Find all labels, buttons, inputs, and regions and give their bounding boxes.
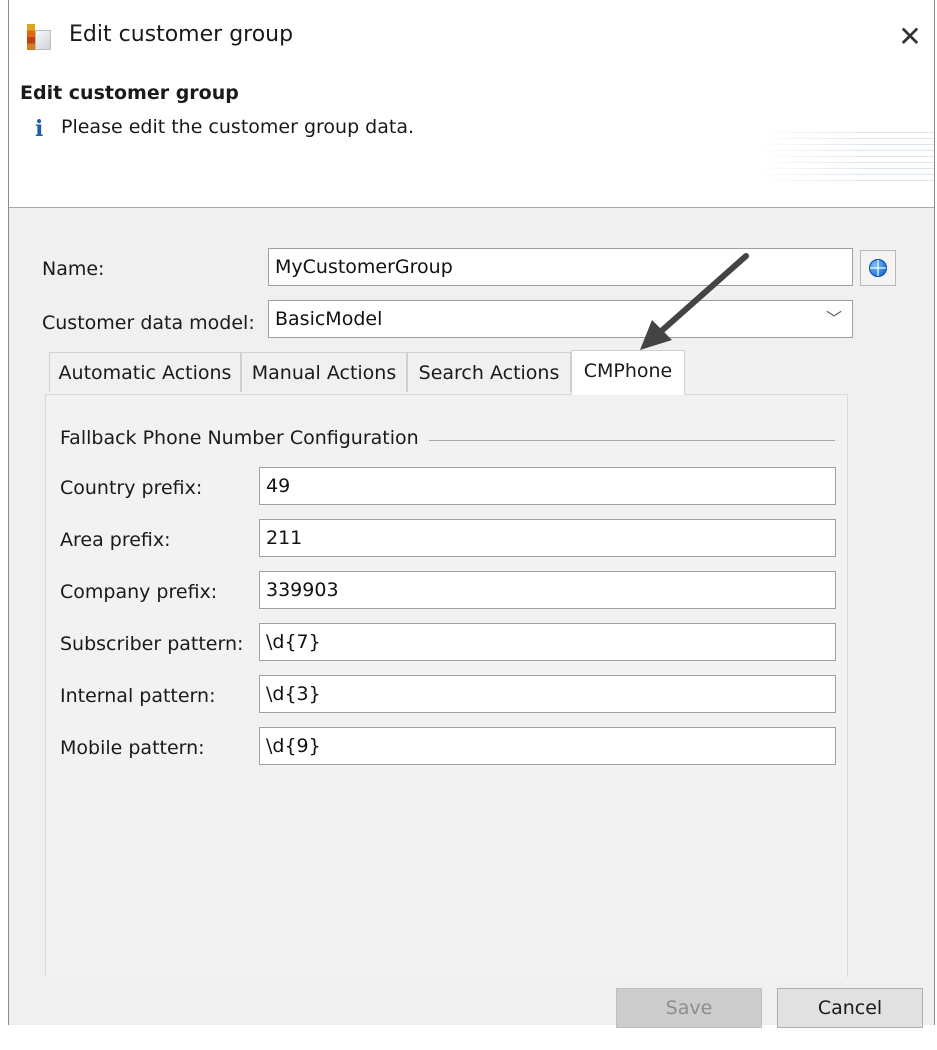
- dialog-content: Name: MyCustomerGroup Customer data mode…: [9, 208, 934, 1028]
- tab-manual-actions[interactable]: Manual Actions: [241, 352, 407, 392]
- close-icon[interactable]: ✕: [886, 14, 934, 60]
- subscriber-pattern-label: Subscriber pattern:: [60, 633, 244, 655]
- banner-decoration: [754, 132, 934, 186]
- data-model-value: BasicModel: [275, 308, 383, 330]
- window-title: Edit customer group: [69, 22, 294, 47]
- title-bar: Edit customer group ✕: [9, 0, 934, 80]
- fallback-group-title: Fallback Phone Number Configuration: [60, 427, 429, 449]
- banner-heading: Edit customer group: [20, 82, 239, 104]
- company-prefix-label: Company prefix:: [60, 581, 218, 603]
- tab-cmphone[interactable]: CMPhone: [571, 350, 685, 395]
- area-prefix-label: Area prefix:: [60, 529, 171, 551]
- save-button[interactable]: Save: [616, 988, 762, 1028]
- banner-message: Please edit the customer group data.: [61, 116, 415, 138]
- cancel-button[interactable]: Cancel: [777, 988, 923, 1028]
- subscriber-pattern-input[interactable]: \d{7}: [259, 623, 836, 661]
- edit-customer-group-dialog: Edit customer group ✕ Edit customer grou…: [8, 0, 935, 1028]
- translate-button[interactable]: [860, 250, 896, 286]
- country-prefix-label: Country prefix:: [60, 477, 203, 499]
- name-label: Name:: [42, 258, 105, 280]
- internal-pattern-label: Internal pattern:: [60, 685, 216, 707]
- mobile-pattern-input[interactable]: \d{9}: [259, 727, 836, 765]
- data-model-label: Customer data model:: [42, 312, 255, 334]
- tab-search-actions[interactable]: Search Actions: [407, 352, 571, 392]
- globe-icon: [869, 259, 887, 277]
- chevron-down-icon: ﹀: [825, 309, 842, 328]
- tab-automatic-actions[interactable]: Automatic Actions: [49, 352, 241, 392]
- cmphone-panel: Fallback Phone Number Configuration Coun…: [45, 394, 848, 977]
- area-prefix-input[interactable]: 211: [259, 519, 836, 557]
- company-prefix-input[interactable]: 339903: [259, 571, 836, 609]
- country-prefix-input[interactable]: 49: [259, 467, 836, 505]
- header-banner: Edit customer group i Please edit the cu…: [9, 80, 934, 208]
- app-logo-icon: [27, 24, 51, 50]
- name-input[interactable]: MyCustomerGroup: [268, 248, 853, 286]
- internal-pattern-input[interactable]: \d{3}: [259, 675, 836, 713]
- info-icon: i: [35, 116, 44, 142]
- data-model-select[interactable]: BasicModel ﹀: [268, 300, 853, 338]
- mobile-pattern-label: Mobile pattern:: [60, 737, 205, 759]
